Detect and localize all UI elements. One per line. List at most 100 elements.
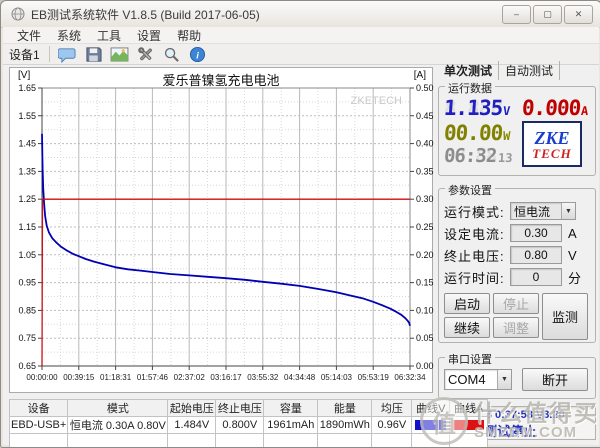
menu-settings[interactable]: 设置 bbox=[129, 27, 169, 44]
svg-text:0.20: 0.20 bbox=[416, 250, 434, 260]
svg-text:0.35: 0.35 bbox=[416, 166, 434, 176]
tab-single-test[interactable]: 单次测试 bbox=[438, 61, 499, 80]
disconnect-button[interactable]: 断开 bbox=[522, 368, 588, 391]
curve-v-swatch bbox=[415, 420, 446, 430]
serial-group: 串口设置 COM4 ▼ 断开 bbox=[438, 357, 596, 399]
svg-text:00:00:00: 00:00:00 bbox=[26, 373, 58, 382]
toolbar-separator bbox=[49, 46, 50, 62]
tools-icon[interactable] bbox=[135, 45, 157, 63]
svg-text:06:32:34: 06:32:34 bbox=[394, 373, 426, 382]
col-start-voltage: 起始电压 bbox=[168, 400, 216, 417]
svg-text:0.85: 0.85 bbox=[18, 305, 36, 315]
run-time-unit: 分 bbox=[568, 268, 581, 287]
svg-text:1.15: 1.15 bbox=[18, 222, 36, 232]
svg-text:1.35: 1.35 bbox=[18, 166, 36, 176]
serial-legend: 串口设置 bbox=[445, 351, 495, 367]
svg-text:0.95: 0.95 bbox=[18, 278, 36, 288]
svg-text:1.65: 1.65 bbox=[18, 83, 36, 93]
menu-tools[interactable]: 工具 bbox=[89, 27, 129, 44]
svg-text:0.25: 0.25 bbox=[416, 222, 434, 232]
svg-text:0.65: 0.65 bbox=[18, 361, 36, 371]
chart-image-icon[interactable] bbox=[109, 45, 131, 63]
svg-text:0.75: 0.75 bbox=[18, 333, 36, 343]
svg-text:01:57:46: 01:57:46 bbox=[137, 373, 169, 382]
svg-text:i: i bbox=[196, 50, 199, 61]
params-group: 参数设置 运行模式: 恒电流 ▼ 设定电流: 0.30 A 终止电压: 0.80… bbox=[438, 188, 596, 343]
col-mode: 模式 bbox=[68, 400, 168, 417]
run-data-group: 运行数据 1.1358.888V 0.0008.888A 00.0088.88W… bbox=[438, 86, 596, 176]
table-header-row: 设备 模式 起始电压 终止电压 容量 能量 均压 曲线V 曲线A bbox=[10, 400, 488, 417]
close-button[interactable]: ✕ bbox=[564, 5, 593, 24]
save-icon[interactable] bbox=[83, 45, 105, 63]
stop-button: 停止 bbox=[493, 293, 539, 314]
svg-text:1.25: 1.25 bbox=[18, 194, 36, 204]
zke-tech-logo: ZKE TECH bbox=[522, 121, 582, 167]
svg-text:01:18:31: 01:18:31 bbox=[100, 373, 132, 382]
com-port-dropdown[interactable]: COM4 ▼ bbox=[444, 369, 512, 390]
svg-text:0.00: 0.00 bbox=[416, 361, 434, 371]
svg-text:03:16:17: 03:16:17 bbox=[210, 373, 242, 382]
svg-text:0.30: 0.30 bbox=[416, 194, 434, 204]
start-button[interactable]: 启动 bbox=[444, 293, 490, 314]
svg-text:1.45: 1.45 bbox=[18, 139, 36, 149]
tab-auto-test[interactable]: 自动测试 bbox=[499, 61, 560, 80]
menu-system[interactable]: 系统 bbox=[49, 27, 89, 44]
chart-panel: [V] 爱乐普镍氢充电电池 [A] 00:00:0000:39:1501:18:… bbox=[9, 67, 433, 393]
svg-text:0.10: 0.10 bbox=[416, 305, 434, 315]
run-mode-dropdown[interactable]: 恒电流 ▼ bbox=[510, 202, 576, 220]
curve-a-swatch bbox=[453, 420, 484, 430]
title-bar[interactable]: EB测试系统软件 V1.8.5 (Build 2017-06-05) – ▢ ✕ bbox=[1, 1, 600, 28]
app-window: EB测试系统软件 V1.8.5 (Build 2017-06-05) – ▢ ✕… bbox=[0, 0, 600, 448]
svg-text:0.40: 0.40 bbox=[416, 139, 434, 149]
col-avg-voltage: 均压 bbox=[372, 400, 412, 417]
svg-text:0.05: 0.05 bbox=[416, 333, 434, 343]
voltage-display: 1.1358.888V bbox=[443, 96, 523, 120]
adjust-button: 调整 bbox=[493, 317, 539, 338]
timer-display: 06:3288:8813 bbox=[443, 145, 523, 167]
run-time-field[interactable]: 0 bbox=[510, 268, 562, 286]
right-panel: 单次测试 自动测试 运行数据 1.1358.888V 0.0008.888A 0… bbox=[438, 63, 596, 399]
svg-text:0.15: 0.15 bbox=[416, 278, 434, 288]
chevron-down-icon[interactable]: ▼ bbox=[561, 203, 575, 219]
svg-text:04:34:48: 04:34:48 bbox=[284, 373, 316, 382]
svg-text:00:39:15: 00:39:15 bbox=[63, 373, 95, 382]
window-title: EB测试系统软件 V1.8.5 (Build 2017-06-05) bbox=[31, 6, 260, 23]
svg-text:05:14:03: 05:14:03 bbox=[321, 373, 353, 382]
speech-bubble-icon[interactable] bbox=[57, 45, 79, 63]
run-time-label: 运行时间: bbox=[444, 268, 510, 287]
col-curve-a: 曲线A bbox=[450, 400, 488, 417]
run-data-legend: 运行数据 bbox=[445, 80, 495, 96]
app-icon bbox=[11, 7, 25, 21]
right-axis-unit: [A] bbox=[414, 70, 426, 81]
current-display: 0.0008.888A bbox=[521, 96, 591, 120]
col-cutoff-voltage: 终止电压 bbox=[216, 400, 264, 417]
svg-text:0.45: 0.45 bbox=[416, 111, 434, 121]
col-capacity: 容量 bbox=[264, 400, 318, 417]
set-current-field[interactable]: 0.30 bbox=[510, 224, 562, 242]
svg-text:05:53:19: 05:53:19 bbox=[358, 373, 390, 382]
cutoff-voltage-field[interactable]: 0.80 bbox=[510, 246, 562, 264]
col-energy: 能量 bbox=[318, 400, 372, 417]
set-current-label: 设定电流: bbox=[444, 224, 510, 243]
svg-text:03:55:32: 03:55:32 bbox=[247, 373, 279, 382]
maximize-button[interactable]: ▢ bbox=[533, 5, 562, 24]
test-tabs: 单次测试 自动测试 bbox=[438, 63, 596, 80]
device-selector-label[interactable]: 设备1 bbox=[9, 46, 40, 63]
run-mode-label: 运行模式: bbox=[444, 202, 510, 221]
svg-text:02:37:02: 02:37:02 bbox=[174, 373, 206, 382]
table-row[interactable]: EBD-USB+ 恒电流 0.30A 0.80V 1.484V 0.800V 1… bbox=[10, 417, 488, 434]
summary-table: 设备 模式 起始电压 终止电压 容量 能量 均压 曲线V 曲线A EBD-USB… bbox=[9, 399, 488, 448]
cutoff-voltage-label: 终止电压: bbox=[444, 246, 510, 265]
svg-text:1.55: 1.55 bbox=[18, 111, 36, 121]
params-legend: 参数设置 bbox=[445, 182, 495, 198]
resume-button[interactable]: 继续 bbox=[444, 317, 490, 338]
info-icon[interactable]: i bbox=[187, 45, 209, 63]
minimize-button[interactable]: – bbox=[502, 5, 531, 24]
menu-help[interactable]: 帮助 bbox=[169, 27, 209, 44]
chevron-down-icon[interactable]: ▼ bbox=[497, 370, 511, 389]
zoom-icon[interactable] bbox=[161, 45, 183, 63]
monitor-button[interactable]: 监测 bbox=[542, 293, 588, 340]
set-current-unit: A bbox=[568, 226, 577, 241]
power-display: 00.0088.88W bbox=[443, 121, 523, 145]
menu-file[interactable]: 文件 bbox=[9, 27, 49, 44]
